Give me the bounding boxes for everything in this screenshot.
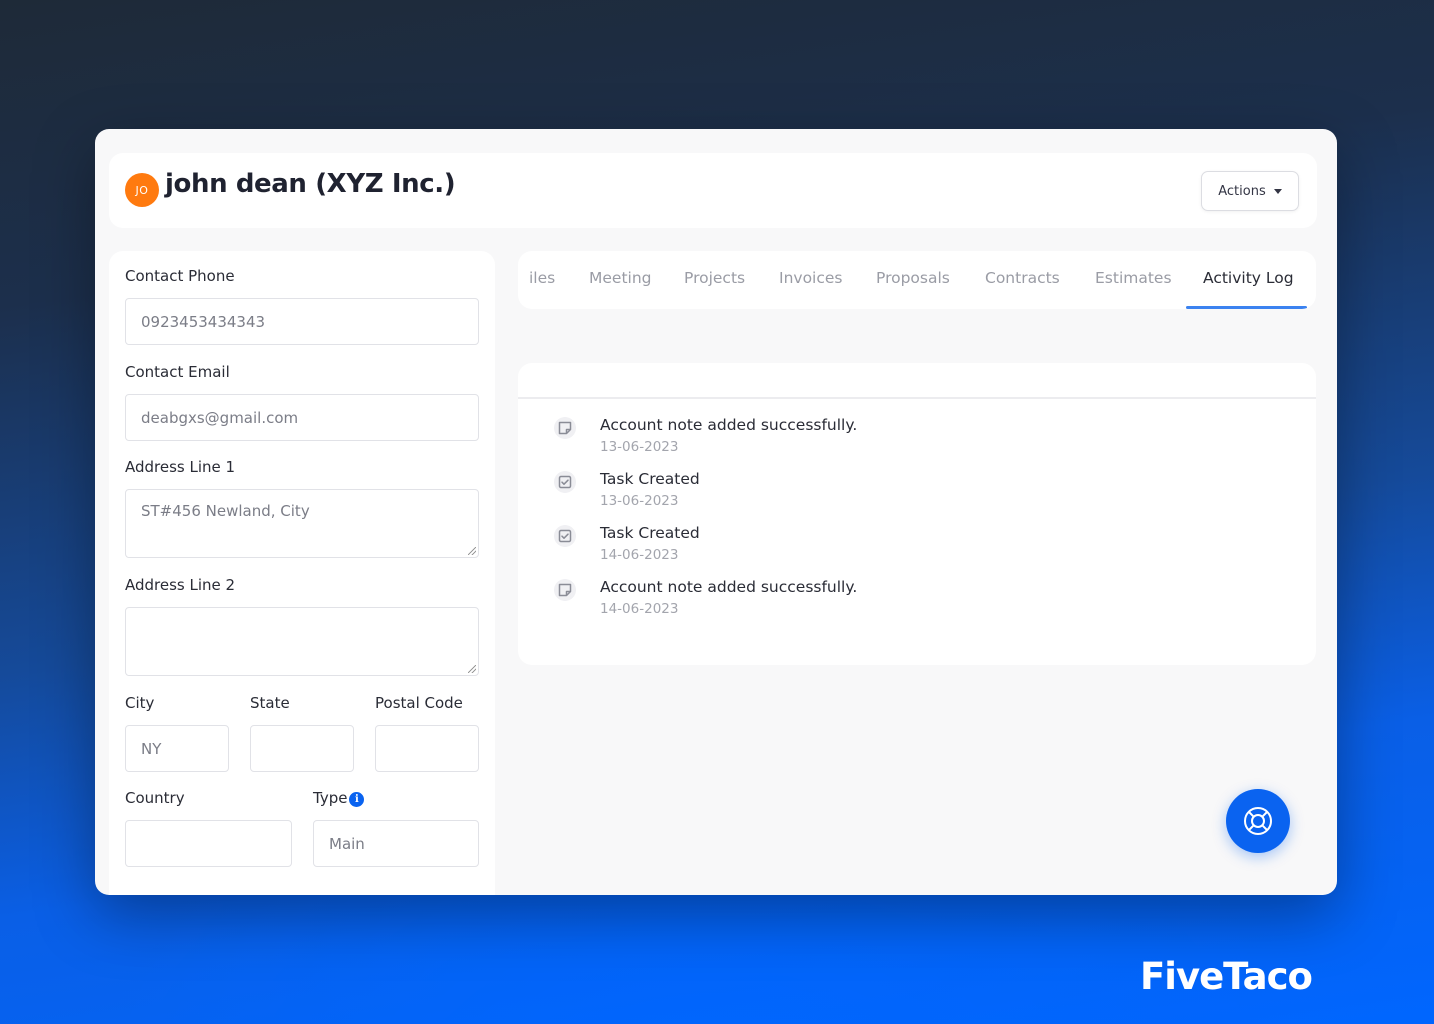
type-input[interactable]: Main bbox=[313, 820, 479, 867]
note-icon bbox=[554, 417, 576, 439]
tab-bar: iles Meeting Projects Invoices Proposals… bbox=[518, 251, 1316, 309]
city-label: City bbox=[125, 694, 155, 712]
activity-date: 14-06-2023 bbox=[600, 601, 679, 617]
address-line-1-value: ST#456 Newland, City bbox=[141, 502, 310, 520]
page-title: john dean (XYZ Inc.) bbox=[165, 169, 456, 199]
checkbox-icon bbox=[554, 525, 576, 547]
resize-handle-icon[interactable] bbox=[468, 547, 476, 555]
checkbox-icon bbox=[554, 471, 576, 493]
contact-detail-window: JO john dean (XYZ Inc.) Actions Contact … bbox=[95, 129, 1337, 895]
tab-files[interactable]: iles bbox=[529, 269, 555, 287]
lifebuoy-icon bbox=[1244, 807, 1272, 835]
note-icon bbox=[554, 579, 576, 601]
type-label-text: Type bbox=[313, 789, 348, 807]
help-button[interactable] bbox=[1226, 789, 1290, 853]
activity-log-panel: Account note added successfully. 13-06-2… bbox=[518, 363, 1316, 665]
brand-logo: FiveTaco bbox=[1140, 955, 1313, 998]
contact-email-input[interactable]: deabgxs@gmail.com bbox=[125, 394, 479, 441]
tab-proposals[interactable]: Proposals bbox=[876, 269, 950, 287]
tab-contracts[interactable]: Contracts bbox=[985, 269, 1060, 287]
info-icon[interactable]: i bbox=[349, 792, 365, 807]
contact-email-label: Contact Email bbox=[125, 363, 230, 381]
active-tab-indicator bbox=[1186, 306, 1307, 309]
avatar: JO bbox=[125, 173, 159, 207]
caret-down-icon bbox=[1273, 188, 1282, 194]
tab-invoices[interactable]: Invoices bbox=[779, 269, 843, 287]
tab-projects[interactable]: Projects bbox=[684, 269, 745, 287]
contact-form-panel: Contact Phone 0923453434343 Contact Emai… bbox=[109, 251, 495, 895]
tab-estimates[interactable]: Estimates bbox=[1095, 269, 1172, 287]
activity-date: 13-06-2023 bbox=[600, 439, 679, 455]
city-input[interactable]: NY bbox=[125, 725, 229, 772]
activity-title: Account note added successfully. bbox=[600, 416, 858, 434]
state-input[interactable] bbox=[250, 725, 354, 772]
resize-handle-icon[interactable] bbox=[468, 665, 476, 673]
address-line-2-textarea[interactable] bbox=[125, 607, 479, 676]
contact-phone-label: Contact Phone bbox=[125, 267, 235, 285]
activity-date: 14-06-2023 bbox=[600, 547, 679, 563]
contact-header: JO john dean (XYZ Inc.) Actions bbox=[109, 153, 1317, 228]
address-line-2-label: Address Line 2 bbox=[125, 576, 236, 594]
contact-phone-input[interactable]: 0923453434343 bbox=[125, 298, 479, 345]
address-line-1-textarea[interactable]: ST#456 Newland, City bbox=[125, 489, 479, 558]
actions-dropdown-button[interactable]: Actions bbox=[1201, 171, 1299, 211]
activity-title: Account note added successfully. bbox=[600, 578, 858, 596]
country-input[interactable] bbox=[125, 820, 292, 867]
postal-code-input[interactable] bbox=[375, 725, 479, 772]
postal-code-label: Postal Code bbox=[375, 694, 463, 712]
activity-title: Task Created bbox=[600, 470, 700, 488]
activity-title: Task Created bbox=[600, 524, 700, 542]
divider bbox=[518, 397, 1316, 399]
tab-activity-log[interactable]: Activity Log bbox=[1203, 269, 1294, 287]
state-label: State bbox=[250, 694, 290, 712]
address-line-1-label: Address Line 1 bbox=[125, 458, 236, 476]
actions-label: Actions bbox=[1218, 183, 1266, 199]
activity-date: 13-06-2023 bbox=[600, 493, 679, 509]
tab-meeting[interactable]: Meeting bbox=[589, 269, 652, 287]
country-label: Country bbox=[125, 789, 185, 807]
type-label: Type i bbox=[313, 789, 365, 807]
